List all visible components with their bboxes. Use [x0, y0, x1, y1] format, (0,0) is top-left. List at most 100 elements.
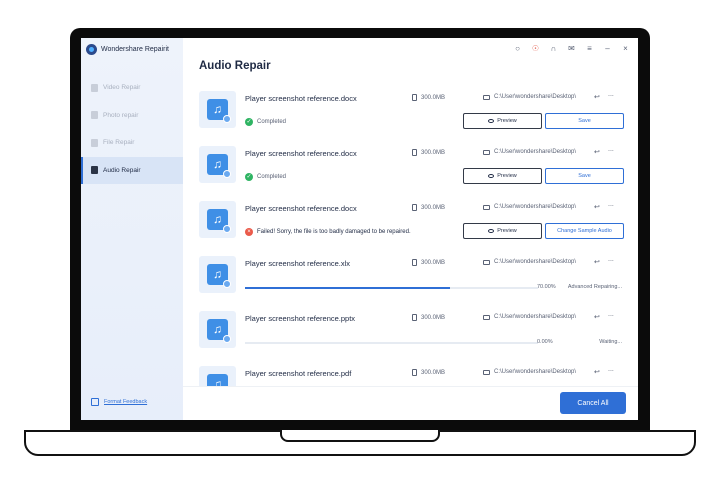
save-button[interactable]: Save: [545, 168, 624, 184]
progress-fill: [245, 287, 451, 289]
footer: Cancel All: [183, 386, 638, 420]
user-icon[interactable]: ○: [513, 44, 522, 53]
status-text: Completed: [257, 174, 287, 180]
preview-button[interactable]: Preview: [463, 113, 542, 129]
audio-thumbnail: ♫: [199, 366, 236, 386]
audio-badge-icon: [223, 335, 231, 343]
audio-thumbnail: ♫: [199, 146, 236, 183]
folder-icon: [483, 369, 490, 375]
sidebar-item-photo-repair[interactable]: Photo repair: [81, 102, 183, 130]
file-path-value: C:\User\wondershare\Desktop\: [494, 94, 577, 100]
preview-button[interactable]: Preview: [463, 168, 542, 184]
title-bar: Audio Repair ○ ☉ ∩ ✉ ≡ – ×: [183, 38, 638, 78]
file-path: C:\User\wondershare\Desktop\: [483, 314, 576, 320]
file-row: ♫ Player screenshot reference.pdf 300.0M…: [183, 360, 638, 386]
file-path: C:\User\wondershare\Desktop\: [483, 369, 576, 375]
format-feedback-link[interactable]: Format Feedback: [91, 398, 147, 406]
file-name: Player screenshot reference.xlx: [245, 259, 351, 268]
more-icon[interactable]: ...: [608, 311, 614, 318]
open-folder-icon[interactable]: ↩: [594, 368, 600, 376]
save-label: Save: [578, 173, 591, 179]
page-title: Audio Repair: [199, 60, 271, 72]
sidebar-item-label: File Repair: [103, 139, 135, 147]
sidebar-item-file-repair[interactable]: File Repair: [81, 129, 183, 157]
progress-percent: 70.00%: [537, 284, 556, 290]
file-path-value: C:\User\wondershare\Desktop\: [494, 204, 577, 210]
change-sample-audio-button[interactable]: Change Sample Audio: [545, 223, 624, 239]
sidebar: Wondershare Repairit Video Repair Photo …: [81, 38, 183, 420]
audio-thumbnail: ♫: [199, 311, 236, 348]
document-icon: [412, 369, 417, 376]
file-size-value: 300.0MB: [421, 259, 446, 266]
more-icon[interactable]: ...: [608, 91, 614, 98]
document-icon: [412, 204, 417, 211]
audio-thumbnail: ♫: [199, 91, 236, 128]
document-icon: [412, 94, 417, 101]
file-size-value: 300.0MB: [421, 369, 446, 376]
file-size: 300.0MB: [412, 149, 445, 156]
file-path: C:\User\wondershare\Desktop\: [483, 259, 576, 265]
cancel-all-button[interactable]: Cancel All: [560, 392, 626, 414]
file-path: C:\User\wondershare\Desktop\: [483, 94, 576, 100]
status: ✓ Completed: [245, 173, 286, 181]
change-sample-label: Change Sample Audio: [557, 228, 612, 234]
audio-badge-icon: [223, 225, 231, 233]
brand: Wondershare Repairit: [81, 38, 183, 60]
file-name: Player screenshot reference.docx: [245, 94, 357, 103]
file-size-value: 300.0MB: [421, 94, 446, 101]
preview-button[interactable]: Preview: [463, 223, 542, 239]
sidebar-item-video-repair[interactable]: Video Repair: [81, 74, 183, 102]
error-icon: ×: [245, 228, 253, 236]
file-size: 300.0MB: [412, 369, 445, 376]
sidebar-item-label: Video Repair: [103, 84, 141, 92]
file-row: ♫ Player screenshot reference.docx 300.0…: [183, 195, 638, 250]
progress-bar: [245, 287, 538, 289]
cart-icon[interactable]: ☉: [531, 44, 540, 53]
more-icon[interactable]: ...: [608, 146, 614, 153]
more-icon[interactable]: ...: [608, 366, 614, 373]
file-size-value: 300.0MB: [421, 314, 446, 321]
sidebar-item-label: Audio Repair: [103, 166, 141, 174]
file-name: Player screenshot reference.pptx: [245, 314, 356, 323]
status: ✓ Completed: [245, 118, 286, 126]
file-path-value: C:\User\wondershare\Desktop\: [494, 149, 577, 155]
eye-icon: [488, 174, 495, 178]
open-folder-icon[interactable]: ↩: [594, 93, 600, 101]
more-icon[interactable]: ...: [608, 256, 614, 263]
close-icon[interactable]: ×: [621, 44, 630, 53]
check-icon: ✓: [245, 118, 253, 126]
document-icon: [412, 314, 417, 321]
feedback-label: Format Feedback: [104, 399, 148, 405]
mail-icon[interactable]: ✉: [567, 44, 576, 53]
open-folder-icon[interactable]: ↩: [594, 203, 600, 211]
check-icon: ✓: [245, 173, 253, 181]
file-size-value: 300.0MB: [421, 204, 446, 211]
file-list: ♫ Player screenshot reference.docx 300.0…: [183, 85, 638, 386]
main-panel: Audio Repair ○ ☉ ∩ ✉ ≡ – × ♫ Player scre…: [183, 38, 638, 420]
open-folder-icon[interactable]: ↩: [594, 313, 600, 321]
file-size: 300.0MB: [412, 259, 445, 266]
app-name: Wondershare Repairit: [101, 45, 169, 53]
audio-badge-icon: [223, 280, 231, 288]
minimize-icon[interactable]: –: [603, 44, 612, 53]
audio-thumbnail: ♫: [199, 256, 236, 293]
menu-icon[interactable]: ≡: [585, 44, 594, 53]
file-name: Player screenshot reference.pdf: [245, 369, 352, 378]
audio-badge-icon: [223, 115, 231, 123]
file-path-value: C:\User\wondershare\Desktop\: [494, 314, 577, 320]
status: × Failed! Sorry, the file is too badly da…: [245, 228, 411, 236]
progress-percent: 0.00%: [537, 339, 553, 345]
open-folder-icon[interactable]: ↩: [594, 258, 600, 266]
video-icon: [91, 83, 98, 92]
folder-icon: [483, 314, 490, 320]
open-folder-icon[interactable]: ↩: [594, 148, 600, 156]
sidebar-item-label: Photo repair: [103, 111, 139, 119]
file-row: ♫ Player screenshot reference.docx 300.0…: [183, 85, 638, 140]
more-icon[interactable]: ...: [608, 201, 614, 208]
file-row: ♫ Player screenshot reference.pptx 300.0…: [183, 305, 638, 360]
music-note-icon: ♫: [207, 374, 228, 386]
save-button[interactable]: Save: [545, 113, 624, 129]
headset-icon[interactable]: ∩: [549, 44, 558, 53]
sidebar-item-audio-repair[interactable]: Audio Repair: [81, 156, 183, 184]
photo-icon: [91, 111, 98, 120]
